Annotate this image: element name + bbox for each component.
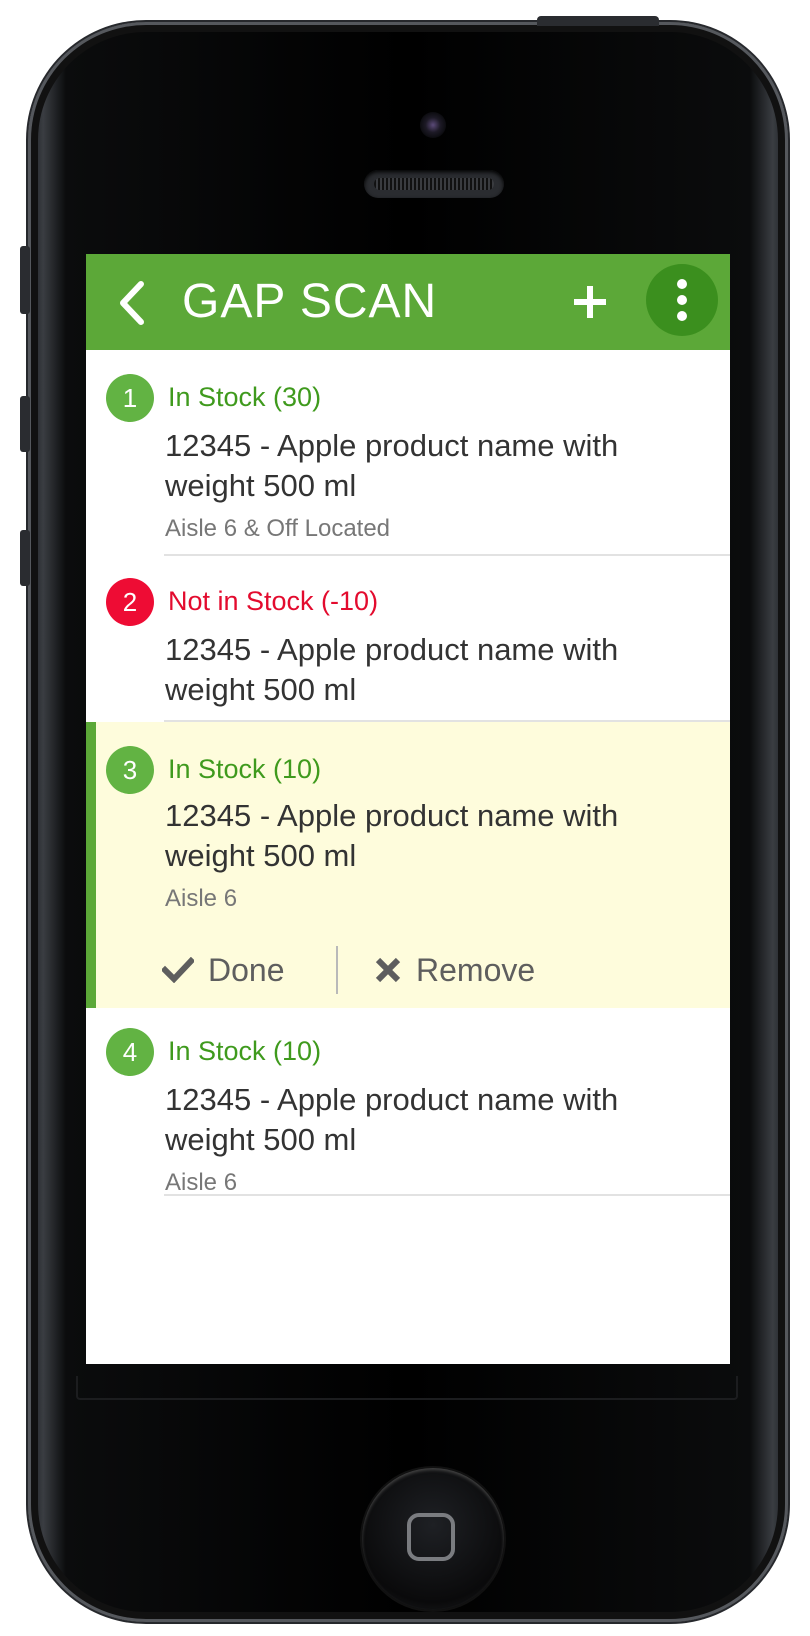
page-title: GAP SCAN [182,275,438,328]
app-screen: GAP SCAN 1 In Stock (30) 12345 - Apple p… [86,254,730,1364]
selection-indicator [86,722,96,1008]
volume-down-button [20,530,30,586]
more-vertical-icon [677,279,687,289]
mute-switch [20,246,30,314]
list-item-selected[interactable]: 3 In Stock (10) 12345 - Apple product na… [86,722,730,1008]
add-button[interactable] [568,280,612,324]
home-square-icon [407,1513,455,1561]
stock-status: In Stock (10) [168,1036,322,1066]
front-camera [420,112,446,138]
product-name: 12345 - Apple product name with weight 5… [165,428,619,503]
divider [164,1194,730,1196]
home-button[interactable] [362,1468,504,1610]
volume-up-button [20,396,30,452]
product-name: 12345 - Apple product name with weight 5… [165,1082,619,1157]
product-location: Aisle 6 [165,885,238,912]
item-number-badge: 2 [106,578,154,626]
stock-status: In Stock (30) [168,382,322,412]
done-label: Done [208,952,285,988]
chevron-left-icon [120,281,144,325]
list-item[interactable]: 1 In Stock (30) 12345 - Apple product na… [86,350,730,556]
app-bar: GAP SCAN [86,254,730,350]
checkmark-icon [162,957,194,983]
product-name: 12345 - Apple product name with weight 5… [165,798,619,873]
power-button [537,16,659,26]
action-separator [336,946,338,994]
item-number-badge: 1 [106,374,154,422]
remove-button[interactable]: Remove [374,950,535,990]
product-location: Aisle 6 & Off Located [165,515,391,542]
list-item[interactable]: 4 In Stock (10) 12345 - Apple product na… [86,1008,730,1198]
stock-status: Not in Stock (-10) [168,586,379,616]
remove-label: Remove [416,952,536,988]
back-button[interactable] [114,280,150,326]
list-item[interactable]: 2 Not in Stock (-10) 12345 - Apple produ… [86,556,730,722]
plus-icon [574,286,606,318]
item-number-badge: 3 [106,746,154,794]
more-menu-button[interactable] [646,264,718,336]
item-number-badge: 4 [106,1028,154,1076]
done-button[interactable]: Done [162,950,285,990]
close-icon [375,957,401,983]
stock-status: In Stock (10) [168,754,322,784]
product-name: 12345 - Apple product name with weight 5… [165,632,619,707]
earpiece-speaker [364,170,504,198]
screen-bezel-edge [76,1376,738,1400]
